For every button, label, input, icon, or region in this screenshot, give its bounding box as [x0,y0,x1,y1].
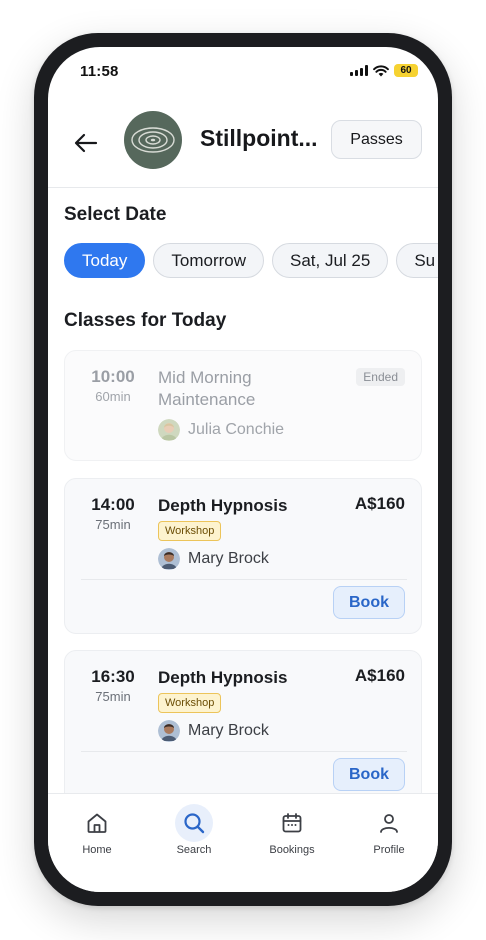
tab-home[interactable]: Home [62,804,132,856]
ripple-logo-icon [131,127,175,153]
card-divider [81,579,407,580]
class-duration: 60min [95,389,131,404]
class-price: A$160 [354,666,405,685]
phone-frame: 11:58 60 Stillpoint... Passes Select Dat… [34,33,452,906]
date-chip-today[interactable]: Today [64,243,146,278]
date-chip-tomorrow[interactable]: Tomorrow [153,243,264,278]
select-date-title: Select Date [64,204,167,225]
tab-bookings[interactable]: Bookings [257,804,327,856]
class-time: 16:30 [91,667,135,686]
workshop-tag: Workshop [158,693,222,713]
avatar [158,720,180,742]
date-chip-row: Today Tomorrow Sat, Jul 25 Su [64,243,438,279]
tab-search[interactable]: Search [159,804,229,856]
wifi-icon [373,64,389,76]
phone-screen: 11:58 60 Stillpoint... Passes Select Dat… [48,47,438,892]
classes-title: Classes for Today [64,310,227,331]
instructor-name: Julia Conchie [188,421,285,438]
back-button[interactable] [68,125,104,161]
instructor: Mary Brock [158,548,269,570]
stage: 11:58 60 Stillpoint... Passes Select Dat… [0,0,486,940]
workshop-tag: Workshop [158,521,222,541]
class-card[interactable]: 16:30 75min Depth Hypnosis A$160 Worksho… [64,650,422,810]
user-icon [380,814,398,833]
studio-name: Stillpoint... [200,125,318,151]
tab-label: Search [176,844,212,856]
tab-label: Home [82,844,112,856]
tab-label: Profile [373,844,405,856]
ended-badge: Ended [356,368,405,386]
signal-icon [350,65,368,76]
class-card[interactable]: 14:00 75min Depth Hypnosis A$160 Worksho… [64,478,422,634]
instructor-name: Mary Brock [188,722,269,739]
book-button[interactable]: Book [333,758,405,791]
avatar [158,419,180,441]
header-divider [48,187,438,188]
search-icon [184,813,205,834]
arrow-left-icon [74,133,98,153]
status-time: 11:58 [80,63,119,80]
class-time: 14:00 [91,495,135,514]
calendar-icon [282,813,302,833]
card-divider [81,751,407,752]
tab-profile[interactable]: Profile [354,804,424,856]
class-duration: 75min [95,517,131,532]
battery-indicator: 60 [394,64,418,77]
class-name: Depth Hypnosis [158,496,288,515]
date-chip-sunday[interactable]: Su [396,243,438,278]
class-duration: 75min [95,689,131,704]
class-name: Mid Morning Maintenance [158,368,256,409]
class-time: 10:00 [91,367,135,386]
class-name: Depth Hypnosis [158,668,288,687]
bottom-tab-bar: Home Search Bookings Profile [48,793,438,892]
passes-button[interactable]: Passes [331,120,422,159]
book-button[interactable]: Book [333,586,405,619]
instructor: Mary Brock [158,720,269,742]
home-icon [87,813,107,833]
status-icons: 60 [350,64,418,77]
avatar [158,548,180,570]
instructor-name: Mary Brock [188,550,269,567]
instructor: Julia Conchie [158,419,284,441]
status-bar: 11:58 60 [48,47,438,97]
date-chip-sat-jul-25[interactable]: Sat, Jul 25 [272,243,389,278]
tab-label: Bookings [269,844,315,856]
class-card[interactable]: 10:00 60min Mid Morning Maintenance Ende… [64,350,422,461]
studio-header: Stillpoint... Passes [48,111,438,187]
class-price: A$160 [354,494,405,513]
studio-logo [124,111,182,169]
